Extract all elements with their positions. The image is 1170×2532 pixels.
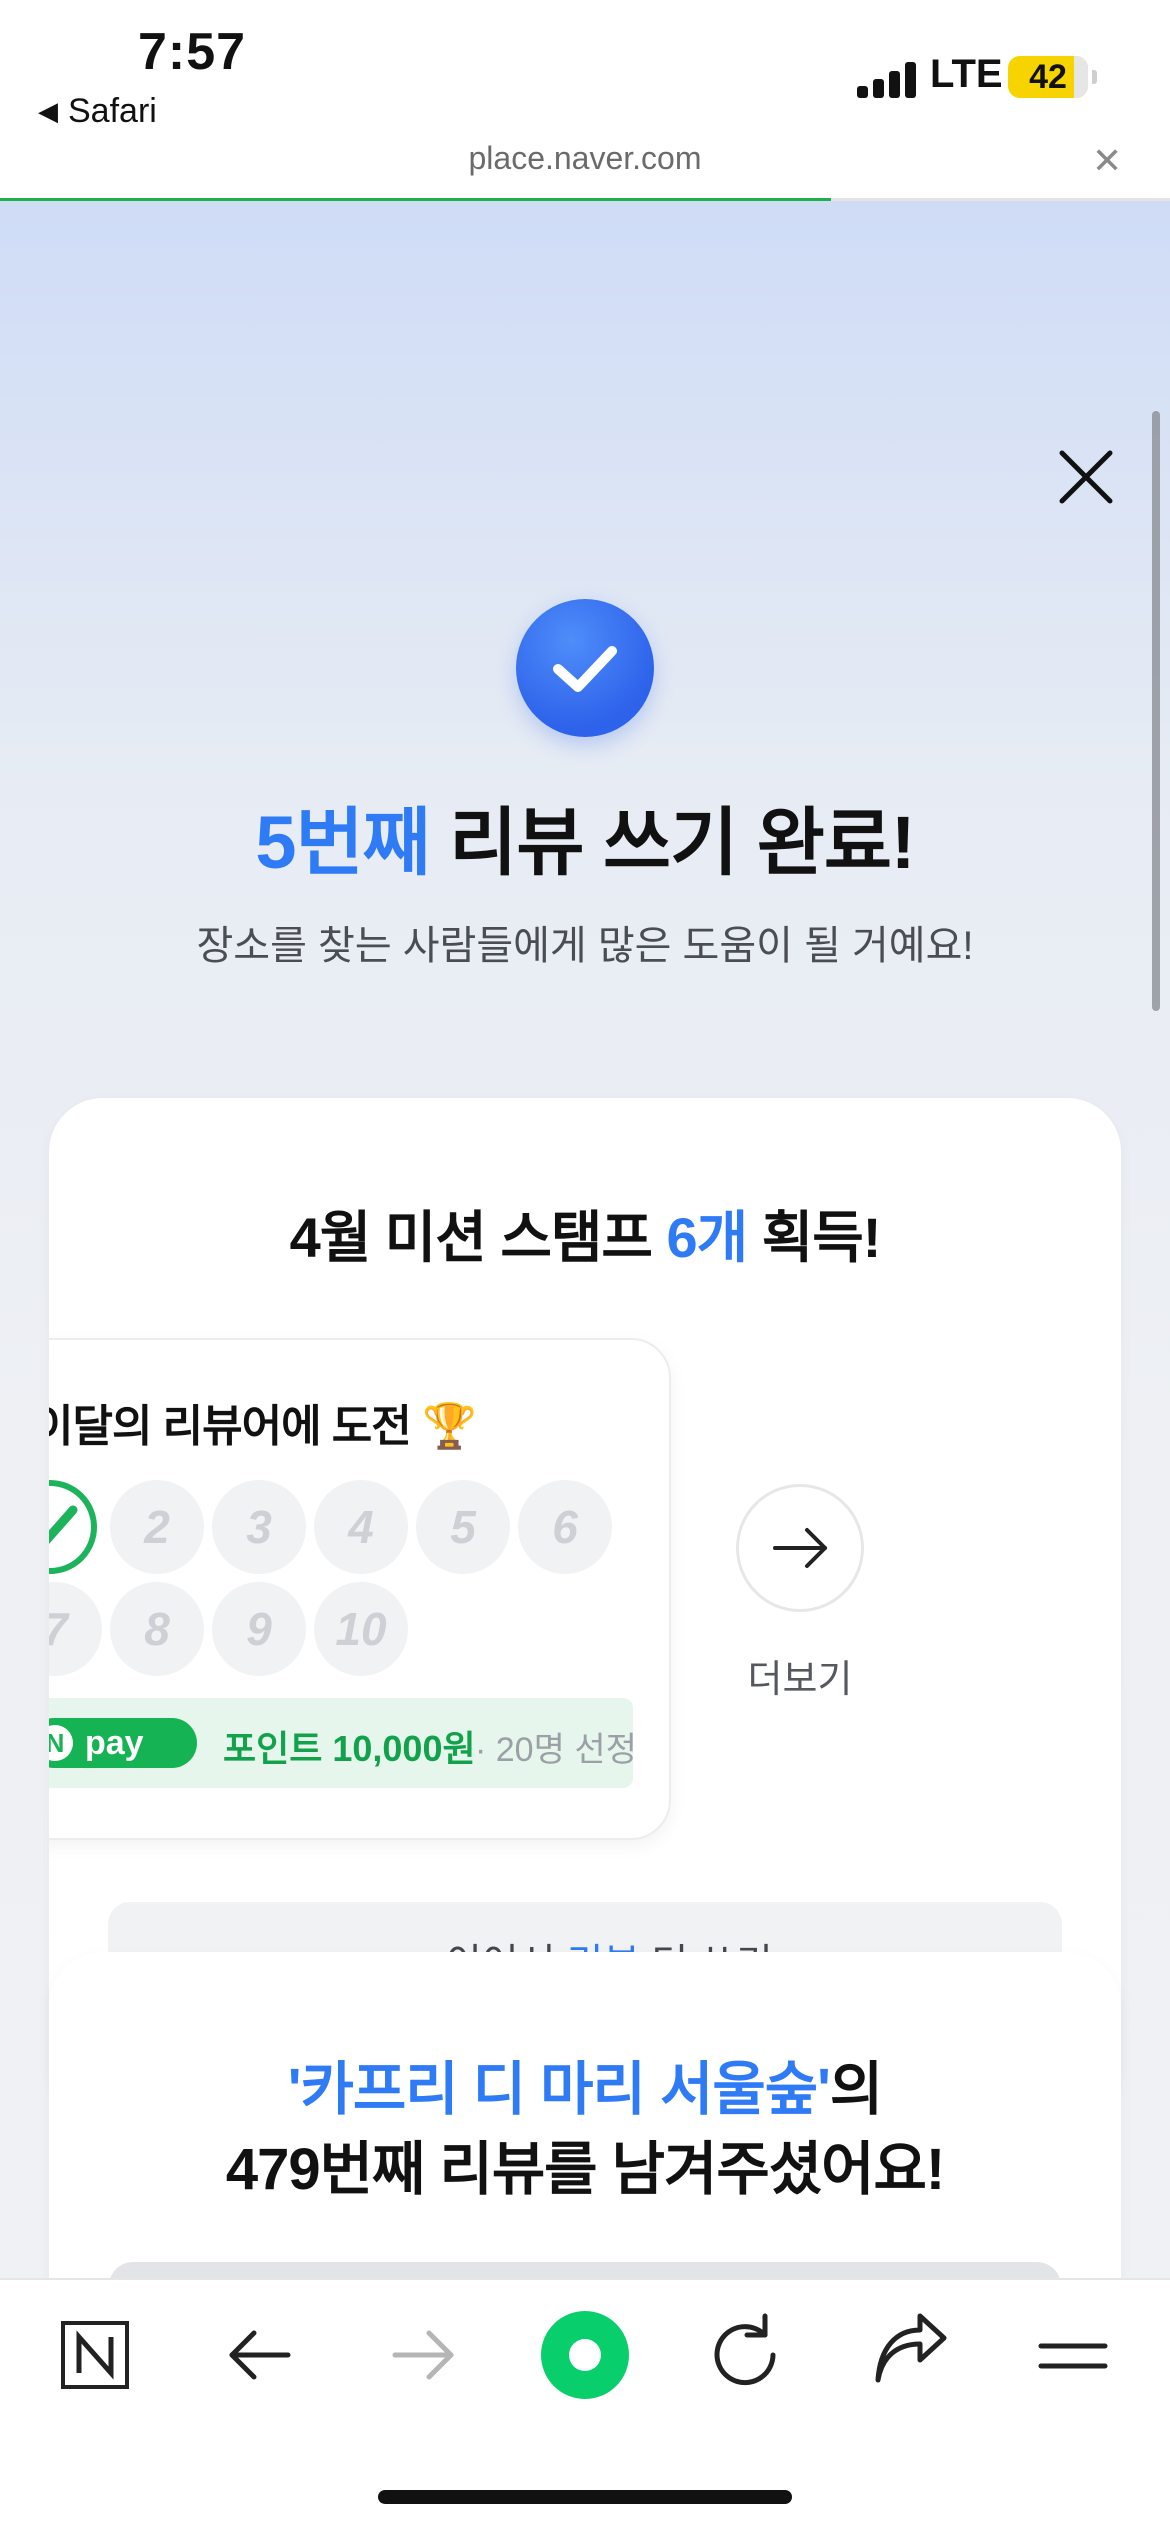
stamp: 4	[314, 1480, 408, 1574]
close-icon[interactable]	[1058, 449, 1114, 505]
stamp-1-completed	[49, 1480, 97, 1574]
reward-amount: 포인트 10,000원	[223, 1728, 476, 1769]
naver-green-dot-icon[interactable]	[535, 2280, 635, 2430]
check-badge-icon	[516, 599, 654, 737]
page-title: 5번째 리뷰 쓰기 완료!	[0, 783, 1170, 890]
review-count-highlight: 5번째	[255, 801, 430, 884]
back-arrow-icon[interactable]	[210, 2280, 310, 2430]
forward-arrow-icon[interactable]	[373, 2280, 473, 2430]
clock: 7:57	[138, 23, 247, 81]
status-bar: 7:57 ◀ Safari LTE 42	[0, 0, 1170, 140]
signal-icon	[857, 62, 917, 98]
reward-winners: · 20명 선정	[475, 1731, 637, 1769]
stamp: 2	[110, 1480, 204, 1574]
place-name: '카프리 디 마리 서울숲'	[287, 2057, 831, 2122]
home-indicator	[378, 2490, 792, 2504]
stamp: 9	[212, 1582, 306, 1676]
review-complete-page: 5번째 리뷰 쓰기 완료! 장소를 찾는 사람들에게 많은 도움이 될 거예요!…	[0, 201, 1170, 2278]
place-preview-box	[109, 2262, 1061, 2278]
more-label[interactable]: 더보기	[700, 1648, 900, 1703]
check-icon	[49, 1505, 78, 1545]
url-text[interactable]: place.naver.com	[0, 140, 1170, 177]
mission-title: 4월 미션 스탬프 6개 획득!	[289, 1206, 882, 1269]
challenge-title: 이달의 리뷰어에 도전 🏆	[49, 1402, 477, 1451]
stamp: 3	[212, 1480, 306, 1574]
back-to-safari-link[interactable]: ◀ Safari	[38, 92, 157, 131]
menu-icon[interactable]	[1023, 2280, 1123, 2430]
stamp-count: 6개	[666, 1206, 749, 1269]
stamp: 8	[110, 1582, 204, 1676]
place-title: '카프리 디 마리 서울숲'의	[287, 2057, 884, 2122]
arrow-right-icon	[773, 1528, 827, 1568]
more-button[interactable]	[736, 1484, 864, 1612]
share-icon[interactable]	[858, 2280, 958, 2430]
refresh-icon[interactable]	[695, 2280, 795, 2430]
back-triangle-icon: ◀	[38, 96, 58, 126]
stamp: 10	[314, 1582, 408, 1676]
stamp: 7	[49, 1582, 102, 1676]
reviewer-challenge-card[interactable]: 이달의 리뷰어에 도전 🏆 2 3 4 5 6 7 8 9 10 Npay 포인…	[49, 1338, 671, 1840]
page-title-rest: 리뷰 쓰기 완료!	[429, 801, 915, 884]
naver-home-icon[interactable]	[45, 2280, 145, 2430]
back-app-label: Safari	[68, 92, 157, 130]
close-tab-icon[interactable]: ✕	[1092, 140, 1122, 182]
page-subtitle: 장소를 찾는 사람들에게 많은 도움이 될 거예요!	[196, 924, 974, 968]
stamp: 5	[416, 1480, 510, 1574]
npay-reward-banner: Npay 포인트 10,000원 · 20명 선정	[49, 1698, 637, 1788]
npay-logo: Npay	[49, 1718, 197, 1768]
place-review-count: 479번째 리뷰를 남겨주셨어요!	[225, 2137, 945, 2202]
stamp: 6	[518, 1480, 612, 1574]
place-review-card: '카프리 디 마리 서울숲'의 479번째 리뷰를 남겨주셨어요!	[49, 1952, 1121, 2278]
network-type: LTE	[930, 52, 1003, 96]
